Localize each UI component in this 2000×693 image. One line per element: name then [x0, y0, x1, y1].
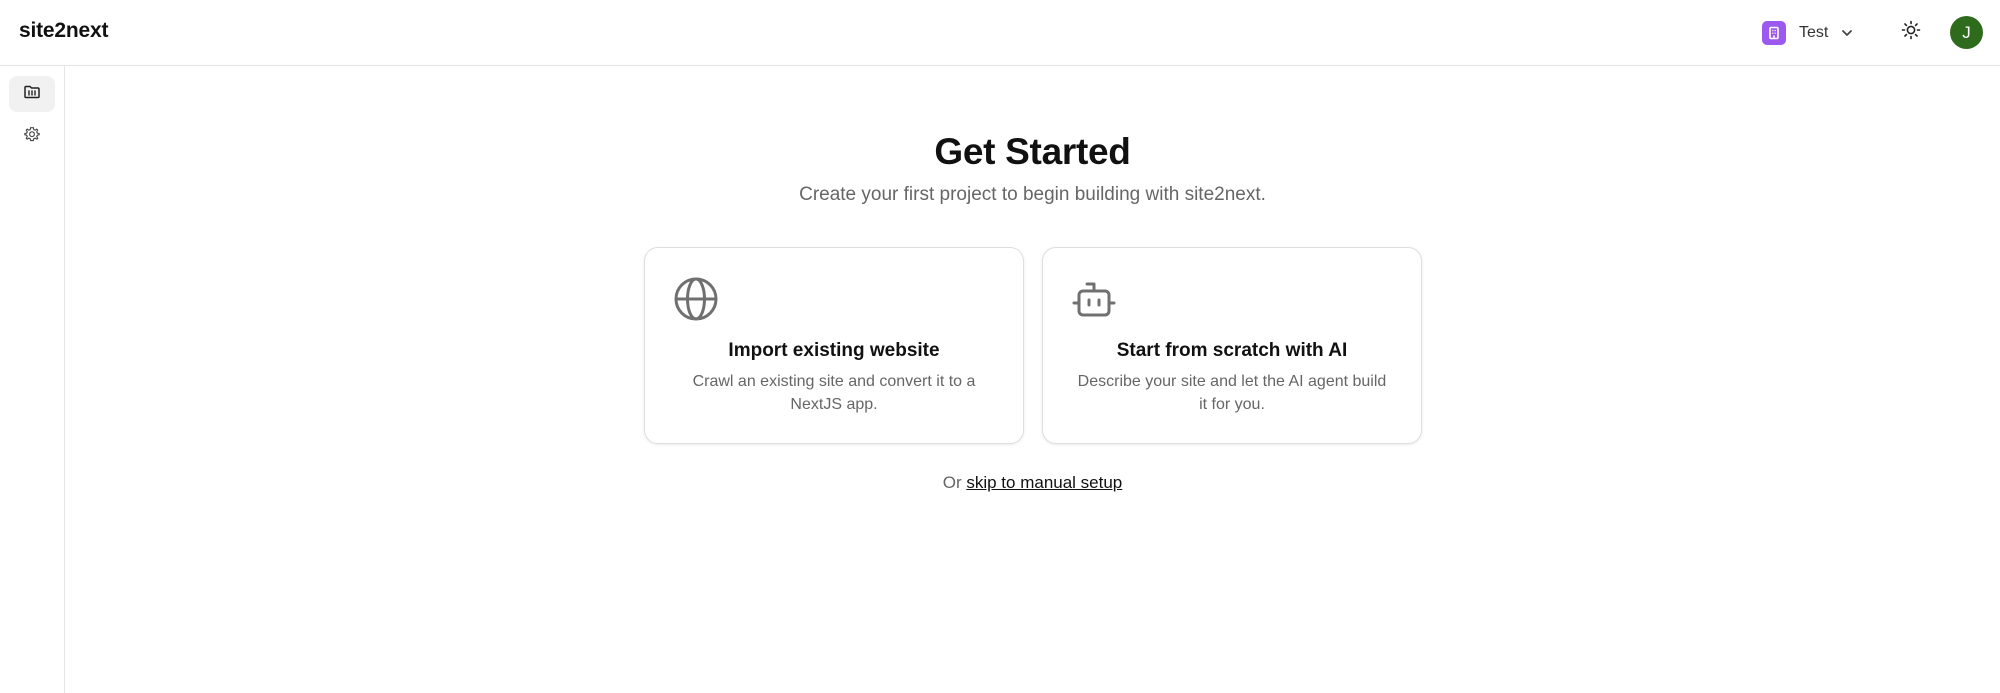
- card-title: Start from scratch with AI: [1116, 340, 1348, 361]
- card-description: Crawl an existing site and convert it to…: [692, 373, 976, 413]
- card-description: Describe your site and let the AI agent …: [1077, 373, 1387, 413]
- sun-icon: [1901, 20, 1921, 45]
- main-content: Get Started Create your first project to…: [65, 66, 2000, 693]
- start-with-ai-card[interactable]: Start from scratch with AI Describe your…: [1042, 247, 1422, 444]
- skip-prefix: Or: [942, 473, 962, 492]
- skip-row: Or skip to manual setup: [65, 473, 2000, 493]
- workspace-switcher[interactable]: Test: [1762, 19, 1854, 47]
- folder-icon: [23, 83, 41, 106]
- gear-icon: [23, 125, 41, 148]
- theme-toggle-button[interactable]: [1898, 19, 1924, 45]
- top-bar: site2next Test J: [0, 0, 2000, 66]
- workspace-name: Test: [1799, 24, 1829, 41]
- page-subtitle: Create your first project to begin build…: [799, 184, 1266, 205]
- app-brand[interactable]: site2next: [19, 19, 108, 43]
- chevron-down-icon: [1840, 26, 1854, 40]
- building-icon: [1762, 21, 1786, 45]
- card-title: Import existing website: [728, 340, 940, 361]
- sidebar-item-projects[interactable]: [9, 76, 55, 112]
- avatar[interactable]: J: [1950, 16, 1983, 49]
- skip-manual-setup-link[interactable]: skip to manual setup: [966, 473, 1122, 492]
- import-website-card[interactable]: Import existing website Crawl an existin…: [644, 247, 1024, 444]
- globe-icon: [673, 276, 719, 322]
- sidebar-item-settings[interactable]: [9, 118, 55, 154]
- page-title: Get Started: [934, 131, 1131, 172]
- robot-icon: [1071, 276, 1117, 322]
- sidebar: [0, 66, 65, 693]
